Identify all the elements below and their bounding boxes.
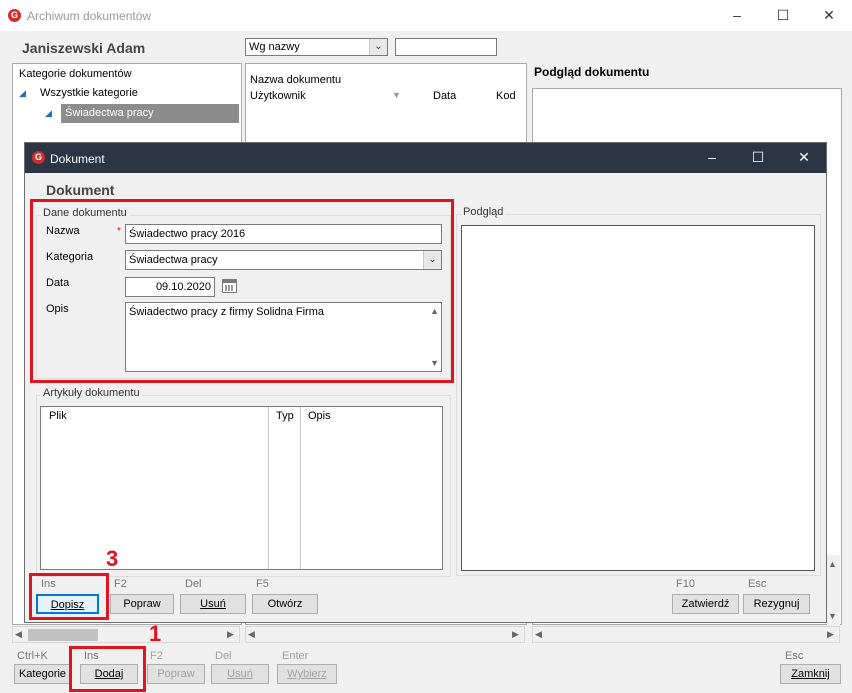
col-file-header[interactable]: Plik bbox=[49, 410, 67, 422]
scroll-right-icon[interactable]: ▶ bbox=[827, 629, 834, 640]
dialog-title: Dokument bbox=[50, 152, 105, 166]
rezygnuj-button-label: Rezygnuj bbox=[753, 598, 800, 610]
otworz-button-label: Otwórz bbox=[267, 598, 303, 610]
tree-item-all[interactable]: Wszystkie kategorie bbox=[40, 87, 138, 99]
annotation-box-1 bbox=[69, 646, 146, 692]
user-name: Janiszewski Adam bbox=[22, 40, 146, 56]
dialog-titlebar: G Dokument – ☐ ✕ bbox=[25, 143, 826, 173]
zatwierdz-button-label: Zatwierdź bbox=[681, 598, 730, 610]
minimize-button[interactable]: – bbox=[714, 0, 760, 31]
usun-button-label: Usuń bbox=[227, 668, 253, 680]
search-input[interactable] bbox=[395, 38, 497, 56]
dialog-close-button[interactable]: ✕ bbox=[781, 143, 827, 173]
main-window-title: Archiwum dokumentów bbox=[27, 9, 152, 23]
sort-arrow-icon: ▼ bbox=[392, 90, 401, 100]
scroll-up-icon[interactable]: ▲ bbox=[828, 559, 837, 569]
popraw-button-label: Popraw bbox=[157, 668, 195, 680]
scroll-thumb[interactable] bbox=[28, 629, 98, 641]
tree-item-label: Świadectwa pracy bbox=[65, 107, 154, 119]
zamknij-button[interactable]: Zamknij bbox=[780, 664, 841, 684]
hint-f2: F2 bbox=[150, 650, 163, 662]
scroll-down-icon[interactable]: ▼ bbox=[828, 611, 837, 621]
col-type-header[interactable]: Typ bbox=[276, 410, 294, 422]
app-logo-icon: G bbox=[8, 9, 21, 22]
col-divider bbox=[268, 407, 269, 569]
tree-expand-icon[interactable]: ◢ bbox=[45, 108, 52, 119]
hint-f5: F5 bbox=[256, 578, 269, 590]
dialog-maximize-button[interactable]: ☐ bbox=[735, 143, 781, 173]
annotation-number-3: 3 bbox=[106, 546, 119, 571]
hint-esc: Esc bbox=[748, 578, 767, 590]
main-titlebar: G Archiwum dokumentów – ☐ ✕ bbox=[0, 0, 852, 31]
close-button[interactable]: ✕ bbox=[806, 0, 852, 31]
chevron-down-icon[interactable]: ⌄ bbox=[369, 39, 387, 55]
kategorie-button-label: Kategorie bbox=[18, 668, 67, 680]
scroll-right-icon[interactable]: ▶ bbox=[227, 629, 234, 640]
annotation-box-2 bbox=[30, 199, 454, 383]
artykuly-label: Artykuły dokumentu bbox=[41, 387, 142, 399]
col-user-header[interactable]: Użytkownik bbox=[250, 90, 306, 102]
sort-combo[interactable]: Wg nazwy ⌄ bbox=[245, 38, 388, 56]
sort-combo-value: Wg nazwy bbox=[249, 41, 300, 53]
preview-vscrollbar[interactable]: ▲ ▼ bbox=[827, 555, 840, 625]
annotation-number-1: 1 bbox=[149, 621, 162, 646]
tree-item-selected[interactable]: Świadectwa pracy bbox=[61, 104, 239, 123]
preview-header: Podgląd dokumentu bbox=[534, 65, 650, 79]
podglad-label: Podgląd bbox=[461, 206, 506, 218]
scroll-left-icon[interactable]: ◀ bbox=[15, 629, 22, 640]
doclist-hscrollbar[interactable]: ◀ ▶ bbox=[245, 626, 525, 643]
hint-del: Del bbox=[185, 578, 202, 590]
tree-expand-icon[interactable]: ◢ bbox=[19, 88, 26, 99]
wybierz-button-disabled[interactable]: Wybierz bbox=[277, 664, 337, 684]
hint-ctrl-k: Ctrl+K bbox=[17, 650, 48, 662]
categories-hscrollbar[interactable]: ◀ ▶ bbox=[12, 626, 240, 643]
popraw-button[interactable]: Popraw bbox=[110, 594, 174, 614]
hint-f2: F2 bbox=[114, 578, 127, 590]
maximize-button[interactable]: ☐ bbox=[760, 0, 806, 31]
scroll-right-icon[interactable]: ▶ bbox=[512, 629, 519, 640]
col-divider bbox=[300, 407, 301, 569]
scroll-left-icon[interactable]: ◀ bbox=[248, 629, 255, 640]
wybierz-button-label: Wybierz bbox=[287, 668, 327, 680]
hint-esc: Esc bbox=[785, 650, 804, 662]
app-logo-icon: G bbox=[32, 151, 45, 164]
otworz-button[interactable]: Otwórz bbox=[252, 594, 318, 614]
preview-hscrollbar[interactable]: ◀ ▶ bbox=[532, 626, 840, 643]
hint-del: Del bbox=[215, 650, 232, 662]
categories-header: Kategorie dokumentów bbox=[19, 68, 132, 80]
dialog-preview-area bbox=[461, 225, 815, 571]
zatwierdz-button[interactable]: Zatwierdź bbox=[672, 594, 739, 614]
usun-button-label: Usuń bbox=[200, 598, 226, 610]
kategorie-button[interactable]: Kategorie bbox=[14, 664, 71, 684]
col-desc-header[interactable]: Opis bbox=[308, 410, 331, 422]
popraw-button-disabled[interactable]: Popraw bbox=[147, 664, 205, 684]
dialog-heading: Dokument bbox=[46, 182, 115, 198]
usun-button-disabled[interactable]: Usuń bbox=[211, 664, 269, 684]
hint-f10: F10 bbox=[676, 578, 695, 590]
dialog-minimize-button[interactable]: – bbox=[689, 143, 735, 173]
zamknij-button-label: Zamknij bbox=[791, 668, 830, 680]
scroll-left-icon[interactable]: ◀ bbox=[535, 629, 542, 640]
col-name-header[interactable]: Nazwa dokumentu bbox=[250, 74, 341, 86]
rezygnuj-button[interactable]: Rezygnuj bbox=[743, 594, 810, 614]
hint-enter: Enter bbox=[282, 650, 309, 662]
document-dialog: G Dokument – ☐ ✕ Dokument Dane dokumentu… bbox=[24, 142, 827, 623]
usun-button[interactable]: Usuń bbox=[180, 594, 246, 614]
articles-table[interactable]: Plik Typ Opis bbox=[40, 406, 443, 570]
col-date-header[interactable]: Data bbox=[433, 90, 456, 102]
col-code-header[interactable]: Kod bbox=[496, 90, 516, 102]
popraw-button-label: Popraw bbox=[123, 598, 161, 610]
annotation-box-3 bbox=[29, 573, 109, 620]
